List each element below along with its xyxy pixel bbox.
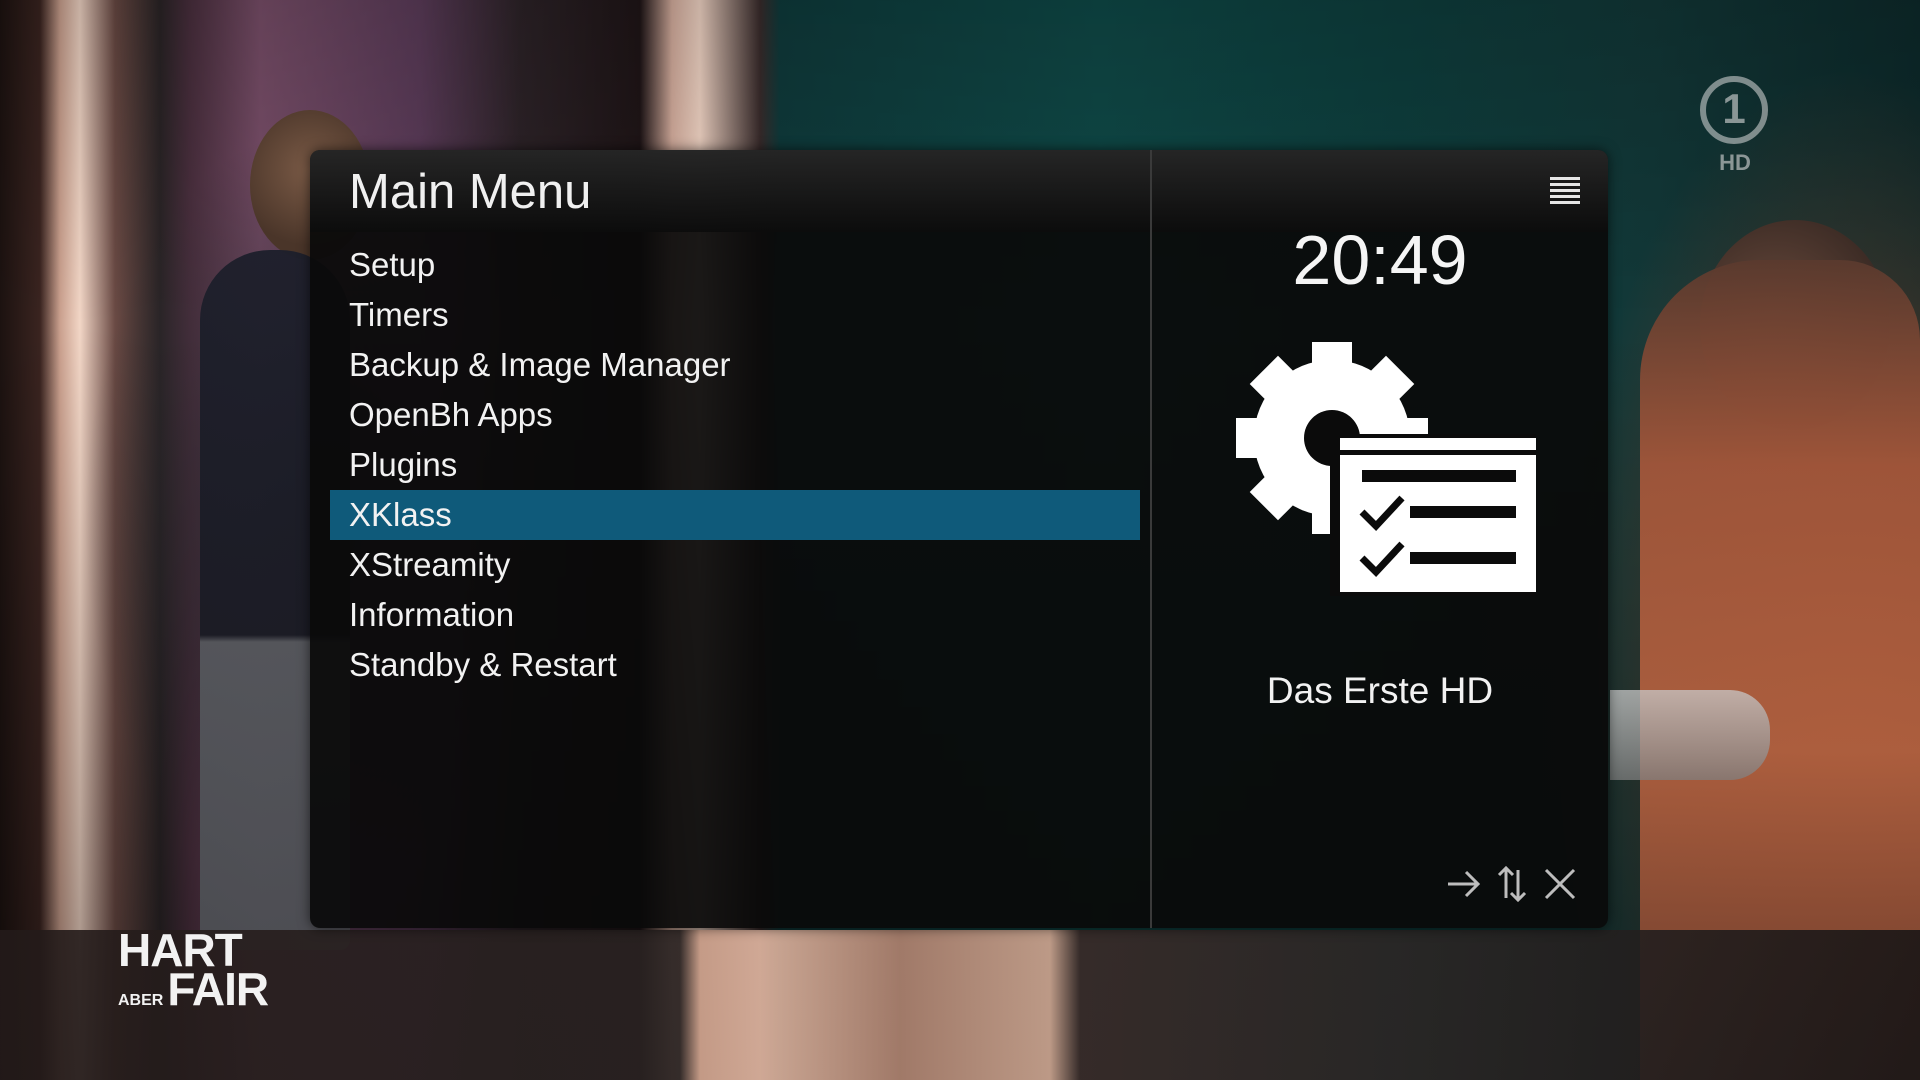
background-floor — [0, 930, 1920, 1080]
up-down-arrows-icon[interactable] — [1494, 864, 1530, 904]
menu-list: Setup Timers Backup & Image Manager OpenBh … — [330, 240, 1140, 690]
menu-item[interactable]: Backup & Image Manager — [330, 340, 1140, 390]
menu-item[interactable]: Standby & Restart — [330, 640, 1140, 690]
menu-item[interactable]: XKlass — [330, 490, 1140, 540]
channel-hd-badge: HD — [1719, 150, 1751, 175]
list-icon[interactable] — [1550, 176, 1580, 204]
menu-item[interactable]: Setup — [330, 240, 1140, 290]
main-menu-dialog: Main Menu Setup Timers Backup & Image Mana… — [310, 150, 1608, 928]
show-logo-small-word: ABER — [118, 991, 164, 1009]
show-logo: HART ABERFAIR — [118, 927, 269, 1013]
menu-item[interactable]: XStreamity — [330, 540, 1140, 590]
menu-item[interactable]: OpenBh Apps — [330, 390, 1140, 440]
show-logo-line2: ABERFAIR — [118, 966, 269, 1012]
menu-item[interactable]: Plugins — [330, 440, 1140, 490]
menu-item[interactable]: Information — [330, 590, 1140, 640]
show-logo-big-word: FAIR — [167, 963, 269, 1016]
channel-name: Das Erste HD — [1266, 670, 1494, 711]
close-icon[interactable] — [1540, 864, 1580, 904]
arrow-right-icon[interactable] — [1444, 864, 1484, 904]
page-title: Main Menu — [349, 165, 592, 219]
clock: 20:49 — [1292, 221, 1468, 299]
footer-icon-bar — [1444, 864, 1580, 904]
menu-item[interactable]: Timers — [330, 290, 1140, 340]
tv-screen: 1 HD HART ABERFAIR Main Menu Setup Timers… — [0, 0, 1920, 1080]
settings-checklist-icon — [1236, 342, 1536, 596]
background-table — [1610, 690, 1770, 780]
channel-logo: 1 — [1700, 76, 1768, 144]
